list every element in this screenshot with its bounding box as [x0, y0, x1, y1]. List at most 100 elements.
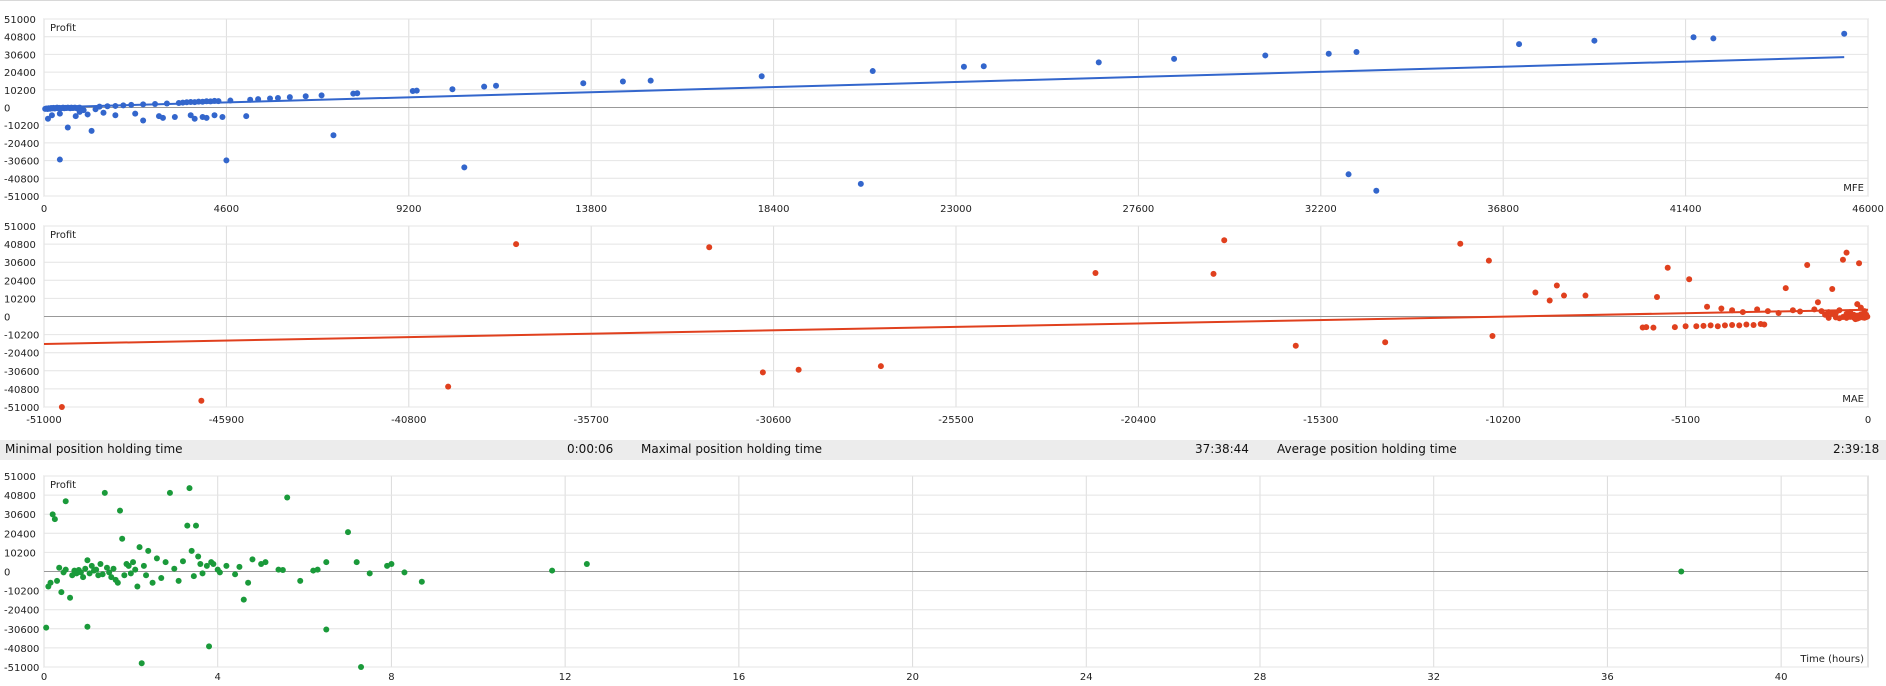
data-point [493, 82, 500, 89]
x-tick-label: 40 [1775, 672, 1788, 682]
data-point [56, 156, 63, 163]
data-point [1700, 322, 1707, 329]
data-point [418, 578, 425, 585]
data-point [279, 567, 286, 574]
y-tick-label: 51000 [4, 222, 36, 233]
data-point [84, 111, 91, 118]
data-point [96, 103, 103, 110]
avg-holding-label: Average position holding time [1277, 442, 1457, 456]
max-holding-label: Maximal position holding time [641, 442, 823, 456]
data-point [88, 127, 95, 134]
data-point [227, 97, 234, 104]
x-tick-label: 0 [1865, 415, 1871, 426]
data-point [58, 404, 65, 410]
data-point [166, 489, 173, 496]
data-point [1686, 276, 1693, 283]
data-point [297, 577, 304, 584]
x-tick-label: -20400 [1121, 415, 1156, 426]
data-point [1591, 37, 1598, 44]
data-point [869, 68, 876, 75]
y-tick-label: 51000 [4, 472, 36, 483]
y-tick-label: -51000 [4, 192, 39, 203]
data-point [1721, 322, 1728, 329]
data-point [51, 516, 58, 523]
data-point [203, 114, 210, 121]
data-point [190, 573, 197, 580]
data-point [1095, 59, 1102, 66]
data-point [1754, 306, 1761, 313]
data-point [210, 561, 217, 568]
y-tick-label: 20400 [4, 529, 36, 540]
y-tick-label: 20400 [4, 68, 36, 79]
x-tick-label: -5100 [1671, 415, 1700, 426]
data-point [240, 596, 247, 603]
x-tick-label: 24 [1080, 672, 1093, 682]
data-point [1863, 311, 1870, 318]
y-tick-label: 51000 [4, 15, 36, 26]
data-point [1457, 240, 1464, 247]
data-point [1836, 307, 1843, 314]
data-point [1843, 249, 1850, 256]
data-point [58, 589, 65, 596]
data-point [119, 535, 126, 542]
data-point [1714, 323, 1721, 330]
data-point [1718, 305, 1725, 312]
max-holding-value: 37:38:44 [1195, 442, 1249, 456]
data-point [1782, 285, 1789, 292]
data-point [388, 561, 395, 568]
data-point [134, 583, 141, 590]
x-tick-label: 20 [906, 672, 919, 682]
y-tick-label: -30600 [4, 157, 39, 168]
data-point [1729, 322, 1736, 329]
data-point [1262, 52, 1269, 59]
data-point [54, 577, 61, 584]
data-point [980, 63, 987, 70]
data-point [1682, 323, 1689, 330]
y-axis-label: Profit [50, 230, 76, 241]
data-point [481, 83, 488, 90]
x-tick-label: 8 [388, 672, 394, 682]
data-point [759, 369, 766, 376]
x-tick-label: 41400 [1670, 204, 1702, 215]
data-point [795, 366, 802, 373]
data-point [877, 363, 884, 370]
data-point [140, 562, 147, 569]
data-point [163, 100, 170, 107]
data-point [857, 180, 864, 187]
data-point [82, 565, 89, 572]
data-point [449, 86, 456, 93]
y-tick-label: -20400 [4, 139, 39, 150]
y-tick-label: 10200 [4, 294, 36, 305]
data-point [84, 557, 91, 564]
data-point [323, 626, 330, 633]
min-holding-label: Minimal position holding time [5, 442, 183, 456]
data-point [1561, 292, 1567, 299]
data-point [706, 244, 713, 251]
y-axis-label: Profit [50, 23, 76, 34]
data-point [1653, 293, 1660, 300]
x-tick-label: -25500 [938, 415, 973, 426]
data-point [1829, 285, 1836, 292]
data-point [1546, 297, 1553, 304]
data-point [302, 93, 309, 100]
data-point [162, 559, 169, 566]
data-point [117, 507, 123, 514]
y-tick-label: -30600 [4, 367, 39, 378]
x-tick-label: 18400 [758, 204, 790, 215]
data-point [206, 643, 213, 650]
data-point [184, 522, 191, 529]
data-point [1582, 292, 1589, 299]
data-point [130, 559, 137, 566]
data-point [1743, 321, 1750, 328]
x-tick-label: -10200 [1485, 415, 1520, 426]
data-point [191, 115, 198, 122]
data-point [1789, 307, 1796, 314]
data-point [84, 623, 91, 630]
x-tick-label: -51000 [26, 415, 61, 426]
data-point [330, 132, 337, 139]
data-point [145, 547, 152, 554]
data-point [1841, 30, 1848, 37]
data-point [67, 594, 74, 601]
x-tick-label: 4 [215, 672, 221, 682]
x-tick-label: -35700 [573, 415, 608, 426]
